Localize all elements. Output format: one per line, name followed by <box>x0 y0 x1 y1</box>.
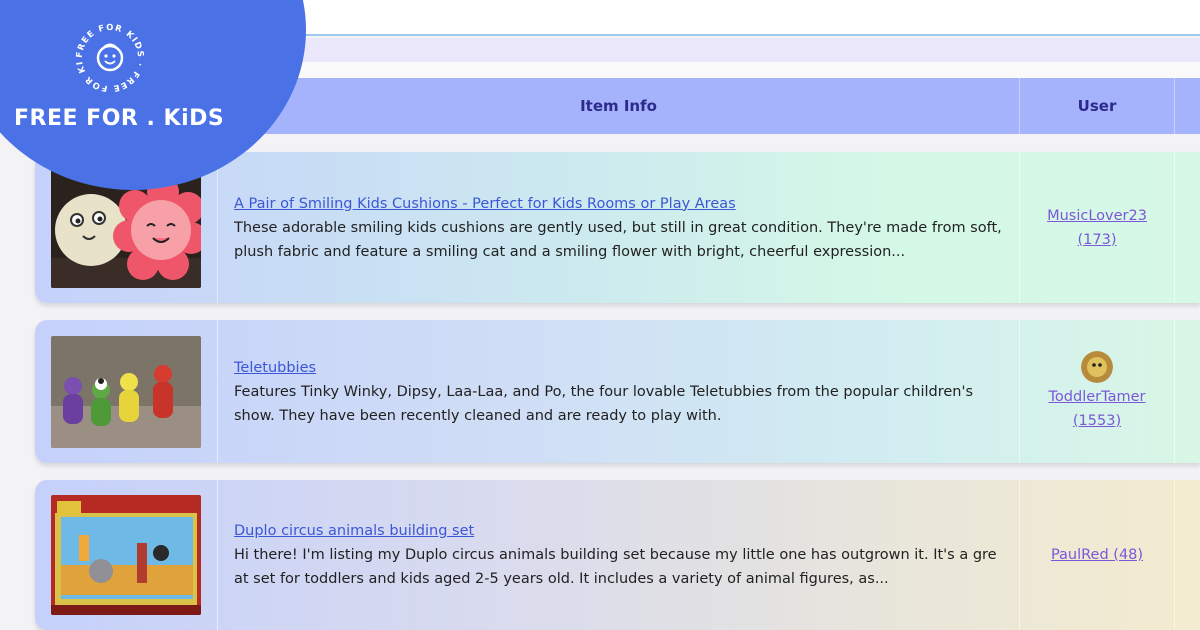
item-description: These adorable smiling kids cushions are… <box>234 219 1002 260</box>
item-description: Hi there! I'm listing my Duplo circus an… <box>234 547 997 587</box>
header-extra-col <box>1175 78 1200 134</box>
logo-badge-icon: FREE FOR KIDS · FREE FOR KIDS · <box>68 13 148 96</box>
user-avatar[interactable] <box>1081 350 1113 383</box>
item-photo[interactable] <box>51 335 201 448</box>
table-row: Duplo circus animals building set Hi the… <box>35 480 1200 630</box>
item-photo[interactable] <box>51 495 201 615</box>
logo-badge-text: FREE FOR KIDS · FREE FOR KIDS · <box>68 13 144 93</box>
item-info-cell: A Pair of Smiling Kids Cushions - Perfec… <box>218 152 1020 303</box>
user-cell: MusicLover23 (173) <box>1020 152 1175 303</box>
user-link[interactable]: MusicLover23 <box>1047 204 1147 228</box>
item-image-cell <box>35 480 218 630</box>
item-image-cell <box>35 320 218 463</box>
item-title-link[interactable]: Duplo circus animals building set <box>234 519 1003 543</box>
item-info-cell: Duplo circus animals building set Hi the… <box>218 480 1020 630</box>
header-item-info[interactable]: Item Info <box>218 78 1020 134</box>
logo-text: FREE FOR . KiDS <box>14 106 225 131</box>
item-title-link[interactable]: Teletubbies <box>234 356 1003 380</box>
user-count-link[interactable]: (173) <box>1078 228 1117 252</box>
extra-cell <box>1175 480 1200 630</box>
user-count-link[interactable]: (1553) <box>1073 409 1121 433</box>
user-link[interactable]: ToddlerTamer <box>1049 385 1146 409</box>
user-cell: PaulRed (48) <box>1020 480 1175 630</box>
item-description: Features Tinky Winky, Dipsy, Laa-Laa, an… <box>234 383 974 424</box>
user-cell: ToddlerTamer (1553) <box>1020 320 1175 463</box>
table-row: Teletubbies Features Tinky Winky, Dipsy,… <box>35 320 1200 463</box>
user-link[interactable]: PaulRed (48) <box>1051 543 1143 567</box>
logo-circle <box>0 0 306 190</box>
item-info-cell: Teletubbies Features Tinky Winky, Dipsy,… <box>218 320 1020 463</box>
header-user[interactable]: User <box>1020 78 1175 134</box>
extra-cell <box>1175 320 1200 463</box>
item-title-link[interactable]: A Pair of Smiling Kids Cushions - Perfec… <box>234 192 1003 216</box>
extra-cell <box>1175 152 1200 303</box>
logo[interactable]: FREE FOR KIDS · FREE FOR KIDS · FREE FOR… <box>0 0 306 190</box>
svg-text:FREE FOR KIDS · FREE FOR KIDS: FREE FOR KIDS · FREE FOR KIDS · <box>72 20 145 93</box>
